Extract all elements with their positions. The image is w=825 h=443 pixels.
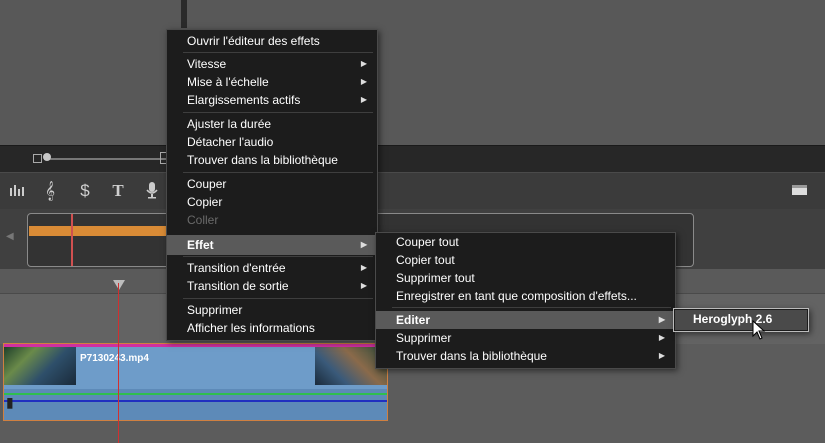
menu-separator bbox=[183, 52, 373, 53]
waveform-icon: ▮ bbox=[6, 394, 14, 410]
menu-label: Coller bbox=[187, 213, 219, 227]
zoom-slider-track[interactable] bbox=[44, 158, 166, 160]
menu-label: Trouver dans la bibliothèque bbox=[187, 153, 338, 167]
menu-separator bbox=[183, 112, 373, 113]
menu-copy-all[interactable]: Copier tout bbox=[376, 251, 675, 269]
navigator-playhead[interactable] bbox=[71, 214, 73, 266]
levels-icon[interactable] bbox=[8, 181, 28, 201]
clip-context-menu: Ouvrir l'éditeur des effets Vitesse ▶ Mis… bbox=[166, 29, 378, 341]
submenu-arrow-icon: ▶ bbox=[360, 77, 367, 86]
menu-out-transition[interactable]: Transition de sortie ▶ bbox=[167, 277, 377, 295]
submenu-arrow-icon: ▶ bbox=[360, 281, 367, 290]
menu-show-info[interactable]: Afficher les informations bbox=[167, 319, 377, 337]
menu-edit[interactable]: Editer ▶ bbox=[376, 311, 675, 329]
menu-label: Couper bbox=[187, 177, 227, 191]
playhead-line bbox=[118, 283, 119, 443]
menu-in-transition[interactable]: Transition d'entrée ▶ bbox=[167, 259, 377, 277]
menu-label: Ajuster la durée bbox=[187, 117, 272, 131]
menu-label: Détacher l'audio bbox=[187, 135, 274, 149]
menu-label: Supprimer tout bbox=[396, 271, 475, 285]
menu-cut-all[interactable]: Couper tout bbox=[376, 233, 675, 251]
submenu-arrow-icon: ▶ bbox=[658, 351, 665, 360]
menu-label: Afficher les informations bbox=[187, 321, 315, 335]
menu-label: Copier tout bbox=[396, 253, 455, 267]
menu-speed[interactable]: Vitesse ▶ bbox=[167, 55, 377, 73]
menu-label: Editer bbox=[396, 313, 431, 327]
menu-label: Transition de sortie bbox=[187, 279, 289, 293]
menu-effect[interactable]: Effet ▶ bbox=[167, 235, 377, 255]
menu-label: Effet bbox=[187, 238, 214, 252]
submenu-arrow-icon: ▶ bbox=[360, 95, 367, 104]
menu-detach-audio[interactable]: Détacher l'audio bbox=[167, 133, 377, 151]
menu-label: Trouver dans la bibliothèque bbox=[396, 349, 547, 363]
effect-submenu: Couper tout Copier tout Supprimer tout E… bbox=[375, 232, 676, 369]
menu-active-stretching[interactable]: Elargissements actifs ▶ bbox=[167, 91, 377, 109]
microphone-icon[interactable] bbox=[142, 181, 162, 201]
mouse-cursor-icon bbox=[752, 320, 766, 340]
menu-label: Couper tout bbox=[396, 235, 459, 249]
zoom-out-icon[interactable] bbox=[33, 154, 42, 163]
menu-label: Supprimer bbox=[187, 303, 243, 317]
menu-delete[interactable]: Supprimer bbox=[167, 301, 377, 319]
menu-find-in-library[interactable]: Trouver dans la bibliothèque bbox=[167, 151, 377, 169]
scroll-left-icon[interactable]: ◀ bbox=[6, 231, 14, 242]
zoom-slider-handle[interactable] bbox=[43, 153, 51, 161]
menu-label: Vitesse bbox=[187, 57, 227, 71]
menu-label: Copier bbox=[187, 195, 223, 209]
timeline-toolbar: 𝄞 $ T bbox=[0, 172, 825, 210]
audio-pan-line[interactable] bbox=[4, 400, 387, 402]
menu-save-as-composition[interactable]: Enregistrer en tant que composition d'ef… bbox=[376, 287, 675, 305]
submenu-arrow-icon: ▶ bbox=[658, 333, 665, 342]
audio-volume-line[interactable] bbox=[4, 393, 387, 395]
submenu-arrow-icon: ▶ bbox=[360, 59, 367, 68]
menu-copy[interactable]: Copier bbox=[167, 193, 377, 211]
playhead-handle[interactable] bbox=[113, 280, 125, 290]
menu-paste: Coller bbox=[167, 211, 377, 229]
submenu-arrow-icon: ▶ bbox=[658, 315, 665, 324]
panel-toggle-icon[interactable] bbox=[792, 185, 807, 195]
menu-open-effects-editor[interactable]: Ouvrir l'éditeur des effets bbox=[167, 32, 377, 50]
submenu-arrow-icon: ▶ bbox=[360, 240, 367, 249]
menu-heroglyph[interactable]: Heroglyph 2.6 bbox=[675, 310, 807, 330]
menu-separator bbox=[183, 172, 373, 173]
zoom-bar bbox=[0, 145, 825, 173]
menu-effect-delete[interactable]: Supprimer ▶ bbox=[376, 329, 675, 347]
menu-label: Transition d'entrée bbox=[187, 261, 286, 275]
menu-separator bbox=[392, 307, 671, 308]
menu-label: Supprimer bbox=[396, 331, 452, 345]
clip-name: P7130243.mp4 bbox=[80, 353, 149, 364]
menu-label: Elargissements actifs bbox=[187, 93, 301, 107]
preview-divider bbox=[181, 0, 187, 28]
menu-adjust-duration[interactable]: Ajuster la durée bbox=[167, 115, 377, 133]
clip-thumbnail-start bbox=[4, 347, 76, 385]
treble-clef-icon[interactable]: 𝄞 bbox=[40, 181, 60, 201]
edit-submenu: Heroglyph 2.6 bbox=[673, 308, 809, 332]
menu-label: Ouvrir l'éditeur des effets bbox=[187, 34, 320, 48]
menu-label: Enregistrer en tant que composition d'ef… bbox=[396, 289, 637, 303]
menu-separator bbox=[183, 256, 373, 257]
s-stroke-icon[interactable]: $ bbox=[75, 181, 95, 201]
menu-effect-find-in-library[interactable]: Trouver dans la bibliothèque ▶ bbox=[376, 347, 675, 365]
menu-label: Mise à l'échelle bbox=[187, 75, 269, 89]
menu-cut[interactable]: Couper bbox=[167, 175, 377, 193]
menu-delete-all[interactable]: Supprimer tout bbox=[376, 269, 675, 287]
preview-area bbox=[0, 0, 825, 145]
menu-separator bbox=[183, 298, 373, 299]
video-clip[interactable]: P7130243.mp4 ▮ bbox=[3, 343, 388, 421]
title-t-icon[interactable]: T bbox=[108, 181, 128, 201]
submenu-arrow-icon: ▶ bbox=[360, 263, 367, 272]
menu-scaling[interactable]: Mise à l'échelle ▶ bbox=[167, 73, 377, 91]
